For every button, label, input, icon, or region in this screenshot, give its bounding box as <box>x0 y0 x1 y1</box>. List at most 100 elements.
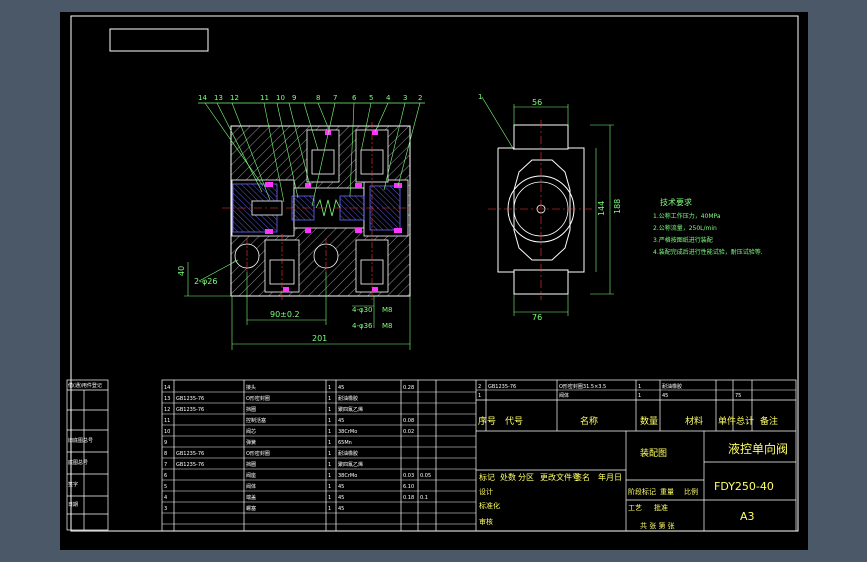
bom-cell: 1 <box>328 451 331 457</box>
balloon-9: 9 <box>292 94 296 102</box>
bom-cell: 阀体 <box>246 483 256 490</box>
dim-201: 201 <box>312 334 327 343</box>
dim-m8-a: M8 <box>382 306 393 314</box>
bom-header-3: 数量 <box>640 415 658 427</box>
balloon-6: 6 <box>352 94 357 102</box>
balloon-14: 14 <box>198 94 207 102</box>
bom-cell: 1 <box>328 385 331 391</box>
bom-cell: 1 <box>328 473 331 479</box>
bom-cell: 1 <box>328 407 331 413</box>
title-header-0: 标记 <box>479 472 495 482</box>
bom-cell: 螺塞 <box>246 505 256 512</box>
dim-36: 4-φ36 <box>352 322 373 330</box>
title-extra-0: 设计 <box>479 487 493 496</box>
balloon-10: 10 <box>276 94 285 102</box>
bom-cell: 9 <box>164 440 167 446</box>
bom-right-cell: 阀体 <box>559 392 569 399</box>
bom-header-4: 材料 <box>685 415 703 427</box>
bom-cell: 弹簧 <box>246 439 256 446</box>
title-extra-8: 共 张 第 张 <box>640 521 675 530</box>
bom-cell: 45 <box>338 506 344 512</box>
bom-cell: 14 <box>164 385 170 391</box>
balloon-12: 12 <box>230 94 239 102</box>
bom-cell: 端盖 <box>246 494 256 501</box>
bom-cell: 45 <box>338 418 344 424</box>
dim-30: 4-φ30 <box>352 306 373 314</box>
bom-cell: GB1235-76 <box>176 462 204 468</box>
cad-viewer: 14 13 12 11 10 9 8 7 6 5 4 3 2 1 40 2-φ2… <box>0 0 867 562</box>
balloon-1: 1 <box>478 93 482 101</box>
bom-cell: 12 <box>164 407 170 413</box>
bom-right-cell: O形密封圈31.5×3.5 <box>559 383 606 390</box>
title-header-4: 签名 <box>574 472 590 482</box>
title-extra-5: 审核 <box>479 517 493 526</box>
tech-req-2: 2.公称流量，250L/min <box>653 224 717 232</box>
title-block-headers: 标记 处数 分区 更改文件号签名 年月日 <box>479 472 622 482</box>
bom-header-2: 名称 <box>580 415 598 427</box>
balloon-13: 13 <box>214 94 223 102</box>
bom-cell: 耐油橡胶 <box>338 450 358 457</box>
bom-cell: 1 <box>328 484 331 490</box>
bom-right-cell: 1 <box>478 393 481 399</box>
bom-cell: 6.10 <box>403 484 414 490</box>
dim-90: 90±0.2 <box>270 310 300 319</box>
bom-cell: 耐油橡胶 <box>338 395 358 402</box>
bom-cell: 接头 <box>246 384 256 391</box>
bom-cell: GB1235-76 <box>176 451 204 457</box>
bom-cell: 1 <box>328 462 331 468</box>
bom-cell: O形密封圈 <box>246 450 270 457</box>
tech-req-title: 技术要求 <box>660 197 692 207</box>
drawing-type: 装配图 <box>640 447 667 459</box>
bom-cell: 45 <box>338 385 344 391</box>
part-code: FDY250-40 <box>714 480 774 493</box>
bom-cell: 聚四氟乙烯 <box>338 406 363 413</box>
title-header-1: 处数 <box>500 472 516 482</box>
bom-header-1: 代号 <box>505 416 523 427</box>
bom-header-7: 备注 <box>760 415 778 427</box>
bom-cell: 聚四氟乙烯 <box>338 461 363 468</box>
bom-cell: 6 <box>164 473 167 479</box>
bom-cell: 8 <box>164 451 167 457</box>
bom-cell: 0.05 <box>420 473 431 479</box>
bom-cell: O形密封圈 <box>246 395 270 402</box>
bom-cell: 0.08 <box>403 418 414 424</box>
drawing-canvas[interactable]: 14 13 12 11 10 9 8 7 6 5 4 3 2 1 40 2-φ2… <box>0 0 867 562</box>
bom-right-cell: 2 <box>478 384 481 390</box>
title-header-2: 分区 <box>518 473 534 482</box>
bom-cell: 挡圈 <box>246 406 256 413</box>
title-extra-1: 标准化 <box>479 501 500 510</box>
bom-cell: 0.28 <box>403 385 414 391</box>
bom-cell: 阀座 <box>246 472 256 479</box>
bom-cell: 38CrMo <box>338 473 357 479</box>
dim-m8-b: M8 <box>382 322 393 330</box>
bom-cell: 7 <box>164 462 167 468</box>
bom-cell: GB1235-76 <box>176 407 204 413</box>
bom-right-cell: 45 <box>662 393 668 399</box>
bom-cell: 1 <box>328 418 331 424</box>
bom-cell: 1 <box>328 495 331 501</box>
balloon-2: 2 <box>418 94 422 102</box>
bom-cell: GB1235-76 <box>176 396 204 402</box>
bom-cell: 13 <box>164 396 170 402</box>
bom-right-cell: 1 <box>638 384 641 390</box>
bom-cell: 1 <box>328 429 331 435</box>
bom-cell: 0.02 <box>403 429 414 435</box>
title-header-5: 年月日 <box>598 472 622 482</box>
tech-req-4: 4.装配完成后进行性能试验，耐压试验等. <box>653 248 763 256</box>
dim-144: 144 <box>597 201 606 216</box>
bom-cell: 阀芯 <box>246 428 256 435</box>
dim-76: 76 <box>532 313 542 322</box>
bom-cell: 0.18 <box>403 495 414 501</box>
bom-cell: 0.03 <box>403 473 414 479</box>
bom-right-cell: 耐油橡胶 <box>662 383 682 390</box>
title-extra-3: 重量 <box>660 488 674 496</box>
title-extra-6: 工艺 <box>628 504 642 512</box>
strip-label-0: 借(通)用件登记 <box>68 382 102 389</box>
tech-req-1: 1.公称工作压力，40MPa <box>653 212 721 220</box>
title-extra-2: 阶段标记 <box>628 487 656 496</box>
section-view <box>222 122 412 300</box>
bom-cell: 4 <box>164 495 167 501</box>
part-name: 液控单向阀 <box>728 441 788 456</box>
strip-label-4: 日期 <box>68 502 78 508</box>
dim-hole-26: 2-φ26 <box>194 277 217 286</box>
